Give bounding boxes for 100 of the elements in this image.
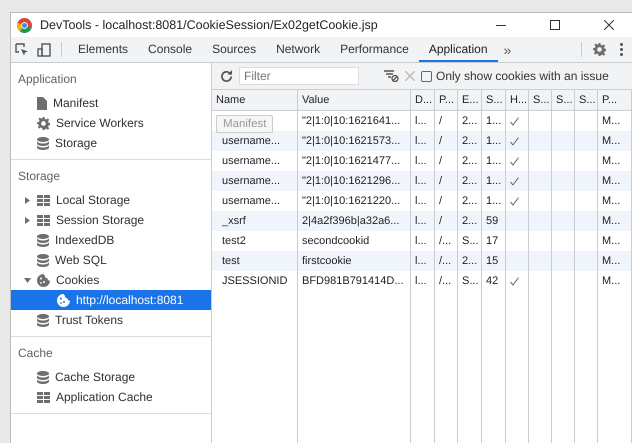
database-icon xyxy=(37,234,49,246)
cookie-row[interactable]: username... "2|1:0|10:1621296... l... / 2... 1... M... xyxy=(212,171,632,191)
table-cell: _xsrf xyxy=(212,211,298,231)
table-cell: 2|4a2f396b|a32a6... xyxy=(298,211,411,231)
column-header: S... xyxy=(529,90,552,110)
table-cell: / xyxy=(435,211,458,231)
table-cell: 1... xyxy=(482,171,506,191)
panel-tab[interactable]: Elements xyxy=(68,37,138,62)
column-header: D... xyxy=(411,90,435,110)
cookie-row[interactable]: test firstcookie l... /... 2... 15 M... xyxy=(212,251,632,271)
table-cell: 59 xyxy=(482,211,506,231)
table-cell: 2... xyxy=(458,171,482,191)
device-icon xyxy=(37,42,51,56)
database-icon xyxy=(37,254,49,266)
cookie-row[interactable]: username... "2|1:0|10:1621573... l... / 2... 1... M... xyxy=(212,131,632,151)
column-header: Value xyxy=(298,90,411,110)
cookie-row[interactable]: _xsrf 2|4a2f396b|a32a6... l... / 2... 59 M... xyxy=(212,211,632,231)
table-cell: l... xyxy=(411,211,435,231)
table-cell: 2... xyxy=(458,211,482,231)
table-cell: l... xyxy=(411,271,435,291)
collapsed-arrow-icon[interactable] xyxy=(24,196,30,204)
check-icon xyxy=(510,116,519,126)
section-title: Application xyxy=(17,71,78,88)
sidebar-item[interactable]: Session Storage xyxy=(11,210,211,230)
table-cell: / xyxy=(435,131,458,151)
table-cell: M... xyxy=(598,131,632,151)
more-tabs-button[interactable]: » xyxy=(498,37,518,62)
database-icon xyxy=(37,136,49,150)
cookie-icon xyxy=(57,294,70,306)
sidebar-item[interactable]: http://localhost:8081 xyxy=(11,290,211,310)
table-cell: JSESSIONID xyxy=(212,271,298,291)
section-title: Cache xyxy=(17,345,54,362)
sidebar-item[interactable]: Application Cache xyxy=(11,387,211,407)
sidebar-item[interactable]: Trust Tokens xyxy=(11,310,211,330)
sidebar-item[interactable]: Storage xyxy=(11,133,211,153)
table-cell: l... xyxy=(411,171,435,191)
sidebar-item[interactable]: Local Storage xyxy=(11,190,211,210)
drag-ghost: Manifest xyxy=(216,115,274,133)
maximize-icon xyxy=(550,20,560,30)
table-cell: /... xyxy=(435,251,458,271)
table-cell: 1... xyxy=(482,131,506,151)
table-cell: S... xyxy=(458,271,482,291)
sidebar-item[interactable]: Manifest xyxy=(11,93,211,113)
table-cell: M... xyxy=(598,271,632,291)
gear-icon xyxy=(37,116,50,130)
close-icon xyxy=(604,20,614,30)
refresh-icon[interactable] xyxy=(220,70,233,82)
inspect-icon xyxy=(15,42,29,56)
table-cell: /... xyxy=(435,271,458,291)
table-cell: test xyxy=(212,251,298,271)
collapsed-arrow-icon[interactable] xyxy=(24,216,30,224)
table-cell: l... xyxy=(411,131,435,151)
table-cell: l... xyxy=(411,251,435,271)
panel-tab[interactable]: Performance xyxy=(330,37,419,62)
grid-icon xyxy=(37,214,50,226)
column-header: P... xyxy=(435,90,458,110)
column-header: Name xyxy=(212,90,298,110)
table-cell: "2|1:0|10:1621573... xyxy=(298,131,411,151)
window-title: DevTools - localhost:8081/CookieSession/Ex02getCookie.jsp xyxy=(40,18,378,32)
cookie-row[interactable]: JSESSIONID BFD981B791414D... l... /... S... 42 M... xyxy=(212,271,632,291)
column-header: E... xyxy=(458,90,482,110)
gear-icon xyxy=(592,43,606,56)
table-cell: "2|1:0|10:1621296... xyxy=(298,171,411,191)
filter-field[interactable]: Filter xyxy=(239,67,359,85)
table-cell: 15 xyxy=(482,251,506,271)
column-header: S... xyxy=(552,90,575,110)
table-cell: M... xyxy=(598,171,632,191)
database-icon xyxy=(37,314,49,326)
grid-icon xyxy=(37,194,50,206)
sidebar-item[interactable]: Cookies xyxy=(11,270,211,290)
expanded-arrow-icon[interactable] xyxy=(24,276,30,284)
sidebar-item[interactable]: Web SQL xyxy=(11,250,211,270)
file-icon xyxy=(37,96,47,110)
panel-tab[interactable]: Network xyxy=(266,37,330,62)
kebab-menu-icon xyxy=(620,43,622,56)
minimize-icon xyxy=(496,24,506,26)
check-icon xyxy=(510,196,519,206)
grid-icon xyxy=(37,392,50,402)
sidebar-item[interactable]: Cache Storage xyxy=(11,367,211,387)
checkbox[interactable] xyxy=(421,70,432,82)
check-icon xyxy=(510,276,519,286)
table-cell: BFD981B791414D... xyxy=(298,271,411,291)
panel-tab[interactable]: Sources xyxy=(202,37,266,62)
clear-filtered-icon[interactable] xyxy=(384,70,399,82)
column-header: S... xyxy=(575,90,598,110)
table-cell: 42 xyxy=(482,271,506,291)
table-cell: firstcookie xyxy=(298,251,411,271)
table-cell: username... xyxy=(212,171,298,191)
column-header: S... xyxy=(482,90,506,110)
column-header: H... xyxy=(506,90,529,110)
cookie-icon xyxy=(37,274,50,286)
column-header: P... xyxy=(598,90,632,110)
panel-tab[interactable]: Console xyxy=(138,37,202,62)
check-icon xyxy=(510,156,519,166)
table-cell: M... xyxy=(598,251,632,271)
database-icon xyxy=(37,370,49,384)
sidebar-item[interactable]: Service Workers xyxy=(11,113,211,133)
check-icon xyxy=(510,176,519,186)
table-cell: 2... xyxy=(458,251,482,271)
sidebar-item[interactable]: IndexedDB xyxy=(11,230,211,250)
